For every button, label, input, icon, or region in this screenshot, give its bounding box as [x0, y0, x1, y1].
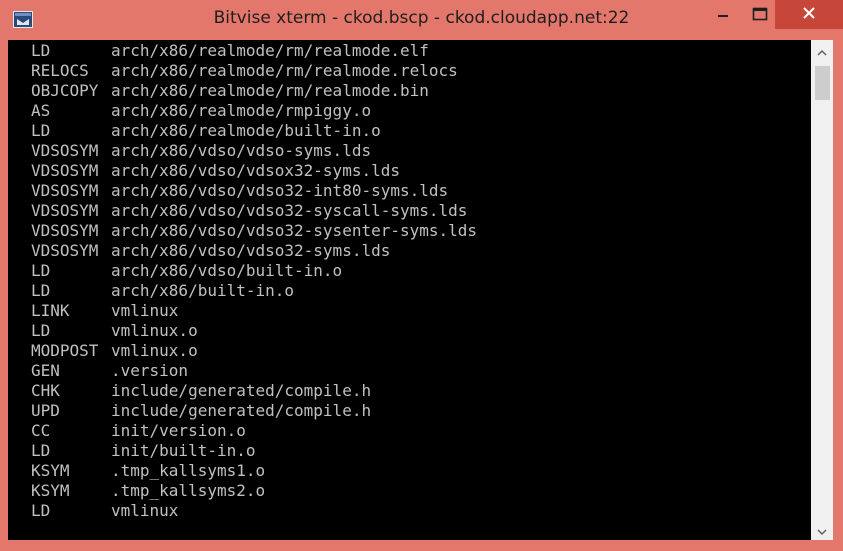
terminal-line-command: LD — [31, 41, 51, 60]
terminal-line-command: LD — [31, 441, 51, 460]
terminal-line-argument: vmlinux — [111, 301, 179, 320]
terminal-line: LD vmlinux.o — [31, 321, 477, 341]
terminal-line-argument: arch/x86/realmode/rmpiggy.o — [111, 101, 372, 120]
terminal-line-command: VDSOSYM — [31, 181, 99, 200]
terminal-line-command: KSYM — [31, 481, 70, 500]
terminal-line: VDSOSYM arch/x86/vdso/vdso-syms.lds — [31, 141, 477, 161]
terminal-line: VDSOSYM arch/x86/vdso/vdso32-sysenter-sym… — [31, 221, 477, 241]
maximize-icon — [752, 6, 768, 25]
terminal-line: AS arch/x86/realmode/rmpiggy.o — [31, 101, 477, 121]
terminal-line-command: AS — [31, 101, 51, 120]
terminal-line-argument: arch/x86/realmode/rm/realmode.bin — [111, 81, 429, 100]
minimize-button[interactable] — [699, 0, 746, 30]
terminal-line-argument: arch/x86/vdso/vdso32-int80-syms.lds — [111, 181, 449, 200]
scroll-down-button[interactable] — [811, 520, 833, 540]
chevron-up-icon — [817, 41, 827, 60]
terminal-line-argument: arch/x86/built-in.o — [111, 281, 295, 300]
terminal-line-command: VDSOSYM — [31, 161, 99, 180]
terminal-line: KSYM .tmp_kallsyms2.o — [31, 481, 477, 501]
terminal-line-argument: .tmp_kallsyms1.o — [111, 461, 266, 480]
terminal-line: LINK vmlinux — [31, 301, 477, 321]
terminal-line: KSYM .tmp_kallsyms1.o — [31, 461, 477, 481]
terminal-line: LD init/built-in.o — [31, 441, 477, 461]
terminal-line-argument: vmlinux.o — [111, 321, 198, 340]
vertical-scrollbar[interactable] — [811, 40, 833, 540]
terminal-line: LD arch/x86/vdso/built-in.o — [31, 261, 477, 281]
terminal-line: CHK include/generated/compile.h — [31, 381, 477, 401]
terminal-line-argument: include/generated/compile.h — [111, 401, 372, 420]
terminal-line: LD arch/x86/built-in.o — [31, 281, 477, 301]
terminal-line: VDSOSYM arch/x86/vdso/vdso32-syms.lds — [31, 241, 477, 261]
terminal-line-argument: arch/x86/realmode/built-in.o — [111, 121, 381, 140]
chevron-down-icon — [817, 521, 827, 540]
xterm-window: Bitvise xterm - ckod.bscp - ckod.cloudap… — [0, 0, 843, 551]
scrollbar-thumb[interactable] — [815, 66, 830, 100]
terminal-line: VDSOSYM arch/x86/vdso/vdso32-syscall-syms… — [31, 201, 477, 221]
terminal-area[interactable]: LD arch/x86/realmode/rm/realmode.elf RELOC… — [8, 40, 811, 540]
terminal-line-argument: .version — [111, 361, 189, 380]
terminal-line-command: GEN — [31, 361, 60, 380]
terminal-line: LD vmlinux — [31, 501, 477, 521]
terminal-line-command: LD — [31, 501, 51, 520]
terminal-line: MODPOST vmlinux.o — [31, 341, 477, 361]
terminal-line-argument: vmlinux.o — [111, 341, 198, 360]
terminal-line-command: OBJCOPY — [31, 81, 99, 100]
terminal-line-command: KSYM — [31, 461, 70, 480]
terminal-line-argument: include/generated/compile.h — [111, 381, 372, 400]
terminal-line-command: MODPOST — [31, 341, 99, 360]
terminal-line-command: LD — [31, 321, 51, 340]
terminal-line-argument: arch/x86/realmode/rm/realmode.relocs — [111, 61, 458, 80]
terminal-line-argument: .tmp_kallsyms2.o — [111, 481, 266, 500]
maximize-button[interactable] — [746, 0, 773, 30]
terminal-line-command: LINK — [31, 301, 70, 320]
terminal-line-command: RELOCS — [31, 61, 89, 80]
terminal-line-argument: init/built-in.o — [111, 441, 256, 460]
terminal-line-argument: arch/x86/vdso/vdso32-sysenter-syms.lds — [111, 221, 478, 240]
terminal-line-command: VDSOSYM — [31, 221, 99, 240]
close-button[interactable] — [775, 0, 843, 29]
terminal-line-argument: init/version.o — [111, 421, 246, 440]
terminal-line: VDSOSYM arch/x86/vdso/vdsox32-syms.lds — [31, 161, 477, 181]
terminal-line: VDSOSYM arch/x86/vdso/vdso32-int80-syms.l… — [31, 181, 477, 201]
terminal-line: RELOCS arch/x86/realmode/rm/realmode.relo… — [31, 61, 477, 81]
terminal-line-argument: arch/x86/vdso/vdso32-syms.lds — [111, 241, 391, 260]
title-bar[interactable]: Bitvise xterm - ckod.bscp - ckod.cloudap… — [0, 0, 843, 40]
terminal-line-argument: arch/x86/vdso/vdsox32-syms.lds — [111, 161, 400, 180]
terminal-line-command: LD — [31, 121, 51, 140]
terminal-line-command: CHK — [31, 381, 60, 400]
terminal-line: OBJCOPY arch/x86/realmode/rm/realmode.bin — [31, 81, 477, 101]
terminal-line-command: VDSOSYM — [31, 201, 99, 220]
terminal-line-argument: arch/x86/vdso/built-in.o — [111, 261, 343, 280]
terminal-line-argument: arch/x86/vdso/vdso32-syscall-syms.lds — [111, 201, 468, 220]
terminal-line-command: LD — [31, 261, 51, 280]
terminal-line-command: LD — [31, 281, 51, 300]
terminal-line: CC init/version.o — [31, 421, 477, 441]
terminal-line-command: VDSOSYM — [31, 241, 99, 260]
terminal-output: LD arch/x86/realmode/rm/realmode.elf RELOC… — [31, 41, 477, 521]
terminal-line: UPD include/generated/compile.h — [31, 401, 477, 421]
terminal-line-command: VDSOSYM — [31, 141, 99, 160]
terminal-line-command: UPD — [31, 401, 60, 420]
terminal-line-argument: vmlinux — [111, 501, 179, 520]
terminal-line-argument: arch/x86/realmode/rm/realmode.elf — [111, 41, 429, 60]
terminal-line: GEN .version — [31, 361, 477, 381]
terminal-line-argument: arch/x86/vdso/vdso-syms.lds — [111, 141, 372, 160]
terminal-line: LD arch/x86/realmode/rm/realmode.elf — [31, 41, 477, 61]
close-icon — [802, 5, 816, 24]
bitvise-terminal-icon[interactable] — [13, 11, 33, 28]
terminal-line: LD arch/x86/realmode/built-in.o — [31, 121, 477, 141]
minimize-icon — [717, 6, 729, 25]
scroll-up-button[interactable] — [811, 40, 833, 60]
terminal-line-command: CC — [31, 421, 51, 440]
